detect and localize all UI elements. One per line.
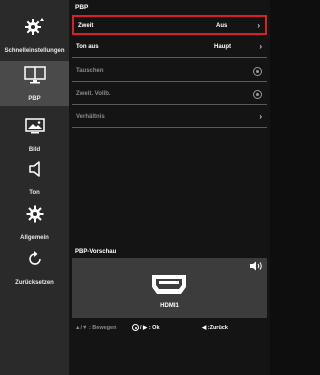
- menu-row-label: Ton aus: [76, 44, 99, 50]
- sidebar-item-label: PBP: [28, 96, 41, 102]
- menu-row-verhaeltnis[interactable]: Verhältnis ›: [72, 108, 267, 128]
- pbp-panel: PBP Zweit Aus › Ton aus Haupt › Tauschen…: [69, 0, 270, 375]
- sidebar-item-pbp[interactable]: PBP: [0, 61, 69, 106]
- sidebar-item-label: Ton: [29, 190, 40, 196]
- sidebar-item-label: Schnelleinstellungen: [4, 48, 65, 54]
- chevron-right-icon: ›: [259, 42, 262, 51]
- sidebar-item-zuruecksetzen[interactable]: Zurücksetzen: [0, 245, 69, 290]
- menu-row-tauschen[interactable]: Tauschen: [72, 62, 267, 82]
- menu-row-label: Tauschen: [76, 68, 104, 74]
- reset-icon: [0, 249, 69, 269]
- picture-icon: [0, 116, 69, 136]
- menu-row-value: Aus: [216, 23, 228, 29]
- chevron-right-icon: ›: [259, 112, 262, 121]
- menu-row-zweit-vollb[interactable]: Zweit. Vollb.: [72, 85, 267, 105]
- navigate-hint: ▲/▼ : Bewegen: [75, 325, 117, 331]
- joystick-button-icon: [132, 324, 139, 331]
- pbp-preview: HDMI1: [72, 258, 267, 318]
- preview-title: PBP-Vorschau: [75, 249, 117, 255]
- menu-row-label: Zweit: [78, 23, 94, 29]
- menu-row-label: Zweit. Vollb.: [76, 91, 111, 97]
- sidebar-item-ton[interactable]: Ton: [0, 155, 69, 200]
- sidebar-item-bild[interactable]: Bild: [0, 112, 69, 157]
- key-hints-footer: ▲/▼ : Bewegen / ▶ : Ok ◀ :Zurück: [69, 322, 270, 336]
- page-title: PBP: [75, 4, 89, 11]
- sidebar-item-label: Zurücksetzen: [15, 280, 54, 286]
- chevron-right-icon: ›: [257, 21, 260, 30]
- input-source-label: HDMI1: [160, 303, 179, 309]
- sidebar-item-label: Bild: [28, 147, 41, 153]
- speaker-icon: [0, 159, 69, 179]
- back-hint: ◀ :Zurück: [202, 325, 228, 331]
- sidebar: Schnelleinstellungen PBP Bild Ton Allgem…: [0, 0, 69, 375]
- radio-button[interactable]: [253, 90, 262, 99]
- sidebar-item-schnelleinstellungen[interactable]: Schnelleinstellungen: [0, 13, 69, 58]
- quick-settings-gear-icon: [0, 17, 69, 37]
- ok-hint: / ▶ : Ok: [132, 324, 160, 331]
- gear-icon: [0, 204, 69, 224]
- speaker-volume-icon: [250, 261, 262, 271]
- sidebar-item-label: Allgemein: [20, 235, 49, 241]
- menu-row-zweit[interactable]: Zweit Aus ›: [72, 15, 267, 35]
- ok-hint-label: / ▶ : Ok: [140, 324, 160, 331]
- menu-row-label: Verhältnis: [76, 114, 105, 120]
- pbp-monitor-icon: [0, 65, 69, 85]
- menu-row-ton-aus[interactable]: Ton aus Haupt ›: [72, 38, 267, 58]
- radio-button[interactable]: [253, 67, 262, 76]
- hdmi-port-icon: [152, 275, 186, 294]
- sidebar-item-allgemein[interactable]: Allgemein: [0, 200, 69, 245]
- menu-row-value: Haupt: [214, 44, 231, 50]
